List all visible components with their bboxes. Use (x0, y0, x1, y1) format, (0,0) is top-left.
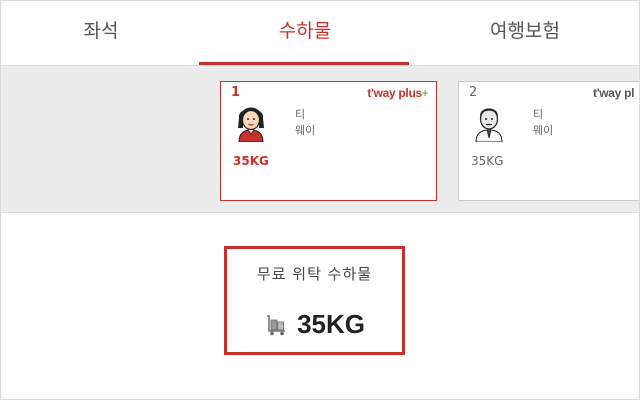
baggage-allowance: 35KG (227, 309, 402, 340)
brand-logo: t'way pl (593, 86, 635, 100)
baggage-panel: 좌석 수하물 여행보험 1 t'way plus+ 티 웨이 35KG 2 t'… (0, 0, 640, 400)
free-checked-baggage-label: 무료 위탁 수하물 (256, 265, 373, 283)
free-checked-baggage-box: 무료 위탁 수하물 35KG (224, 246, 405, 355)
passenger-list: 1 t'way plus+ 티 웨이 35KG 2 t'way pl 티 웨이 … (1, 65, 639, 213)
passenger-number: 1 (231, 85, 241, 100)
passenger-card-1[interactable]: 1 t'way plus+ 티 웨이 35KG (220, 81, 437, 201)
passenger-baggage-weight: 35KG (471, 154, 504, 168)
brand-logo: t'way plus+ (367, 86, 428, 100)
baggage-weight-value: 35KG (297, 309, 365, 339)
passenger-number: 2 (469, 85, 478, 100)
tab-travel-insurance[interactable]: 여행보험 (409, 1, 639, 65)
passenger-last-name: 웨이 (295, 124, 316, 137)
passenger-first-name: 티 (533, 108, 544, 121)
passenger-baggage-weight: 35KG (233, 154, 269, 168)
tab-seat[interactable]: 좌석 (1, 1, 201, 65)
passenger-first-name: 티 (295, 108, 306, 121)
passenger-last-name: 웨이 (533, 124, 554, 137)
luggage-cart-icon (266, 314, 285, 335)
tab-bar: 좌석 수하물 여행보험 (1, 1, 639, 65)
passenger-card-2[interactable]: 2 t'way pl 티 웨이 35KG (458, 81, 639, 201)
tab-baggage[interactable]: 수하물 (201, 1, 409, 65)
female-avatar-icon (238, 107, 264, 142)
male-avatar-icon (475, 108, 503, 142)
